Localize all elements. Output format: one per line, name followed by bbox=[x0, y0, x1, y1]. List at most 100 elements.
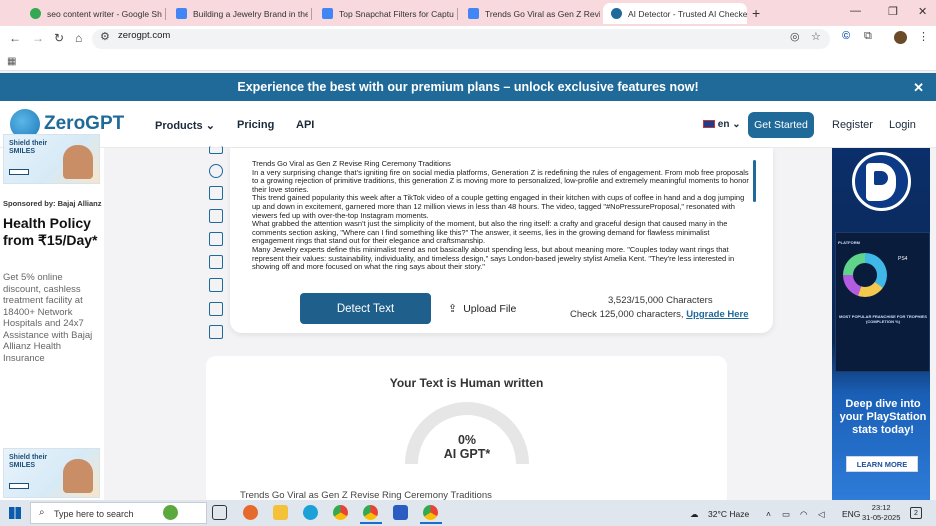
upgrade-link[interactable]: Upgrade Here bbox=[686, 309, 748, 320]
ad-image[interactable]: Shield their SMILES bbox=[3, 448, 100, 498]
chrome-icon[interactable] bbox=[333, 505, 348, 520]
weather-text[interactable]: 32°C Haze bbox=[708, 509, 749, 519]
wifi-icon[interactable]: ◠ bbox=[800, 509, 807, 520]
search-placeholder: Type here to search bbox=[54, 509, 134, 519]
reload-icon[interactable]: ↻ bbox=[54, 31, 64, 45]
ad-image[interactable]: Shield their SMILES bbox=[3, 134, 100, 184]
upload-file-button[interactable]: ⇪ Upload File bbox=[448, 302, 516, 316]
taskbar-clock[interactable]: 23:12 31-05-2025 bbox=[862, 503, 900, 523]
nav-products[interactable]: Products ⌄ bbox=[155, 119, 215, 132]
home-icon[interactable]: ⌂ bbox=[75, 31, 82, 45]
mail-icon[interactable] bbox=[209, 325, 223, 339]
ad-sponsor: Sponsored by: Bajaj Allianz bbox=[3, 199, 102, 208]
browser-tab[interactable]: Building a Jewelry Brand in the ✕ bbox=[168, 3, 308, 24]
extension-c-icon[interactable]: © bbox=[842, 30, 850, 42]
translate-icon[interactable] bbox=[209, 278, 223, 292]
windows-start-icon[interactable] bbox=[9, 507, 21, 519]
search-icon: ⌕ bbox=[39, 507, 45, 518]
file-explorer-icon[interactable] bbox=[273, 505, 288, 520]
tool-icon[interactable] bbox=[209, 146, 223, 154]
clock-date: 31-05-2025 bbox=[862, 513, 901, 522]
new-tab-icon[interactable]: + bbox=[752, 5, 760, 21]
chevron-up-icon[interactable]: ˄ bbox=[766, 509, 771, 519]
ad-image-text: Shield their SMILES bbox=[9, 454, 48, 469]
text-paragraph: What grabbed the attention wasn't just t… bbox=[252, 219, 728, 246]
network-icon[interactable]: ▭ bbox=[782, 509, 790, 520]
upload-icon: ⇪ bbox=[448, 303, 458, 315]
window-close-icon[interactable]: ✕ bbox=[918, 5, 927, 18]
ad-body: Get 5% online discount, cashless treatme… bbox=[3, 272, 93, 364]
grammar-icon[interactable] bbox=[209, 232, 223, 246]
taskbar-search[interactable]: ⌕ Type here to search bbox=[30, 502, 207, 524]
detect-text-button[interactable]: Detect Text bbox=[300, 293, 431, 324]
forward-icon[interactable]: → bbox=[32, 31, 44, 45]
summarize-icon[interactable] bbox=[209, 255, 223, 269]
promo-banner: Experience the best with our premium pla… bbox=[0, 73, 936, 101]
language-selector[interactable]: en ⌄ bbox=[703, 119, 741, 130]
nav-pricing[interactable]: Pricing bbox=[237, 119, 274, 131]
browser-tab[interactable]: Top Snapchat Filters for Captur ✕ bbox=[314, 3, 454, 24]
nav-api[interactable]: API bbox=[296, 119, 314, 131]
extensions-icon[interactable]: ⧉ bbox=[864, 30, 872, 43]
text-paragraph: This trend gained popularity this week a… bbox=[252, 193, 745, 220]
eye-off-icon[interactable]: ◎ bbox=[790, 30, 800, 43]
minimize-icon[interactable]: — bbox=[850, 5, 861, 17]
edit-document-icon[interactable] bbox=[209, 186, 223, 200]
character-limit-note: Check 125,000 characters, Upgrade Here bbox=[570, 309, 749, 320]
url-text[interactable]: zerogpt.com bbox=[118, 30, 170, 41]
input-language[interactable]: ENG bbox=[842, 509, 860, 519]
language-label: en bbox=[717, 119, 730, 130]
task-view-icon[interactable] bbox=[212, 505, 227, 520]
weather-icon[interactable]: ☁ bbox=[690, 509, 699, 520]
result-title: Your Text is Human written bbox=[389, 376, 544, 390]
tab-title: seo content writer - Google Sh bbox=[47, 8, 162, 19]
copilot-icon[interactable] bbox=[243, 505, 258, 520]
text-input-area[interactable]: Trends Go Viral as Gen Z Revise Ring Cer… bbox=[252, 160, 750, 288]
register-link[interactable]: Register bbox=[832, 119, 873, 131]
ad-image-text: Shield their SMILES bbox=[9, 140, 48, 155]
star-icon[interactable]: ☆ bbox=[811, 30, 821, 43]
ad-image-photo bbox=[63, 459, 93, 493]
chat-icon[interactable] bbox=[209, 164, 223, 178]
character-count: 3,523/15,000 Characters bbox=[608, 295, 713, 306]
check-text: Check 125,000 characters, bbox=[570, 309, 684, 320]
counter-icon[interactable] bbox=[209, 302, 223, 316]
site-logo[interactable]: ZeroGPT bbox=[44, 113, 124, 135]
playstation-p-inner bbox=[874, 171, 888, 185]
chrome-icon[interactable] bbox=[363, 505, 378, 520]
edge-icon[interactable] bbox=[303, 505, 318, 520]
ad-headline[interactable]: Health Policy from ₹15/Day* bbox=[3, 215, 103, 248]
tab-divider bbox=[311, 8, 312, 20]
ad-console-label: PS4 bbox=[898, 256, 908, 262]
text-scrollbar[interactable] bbox=[753, 160, 756, 202]
tab-title: AI Detector - Trusted AI Checke bbox=[628, 8, 747, 19]
get-started-button[interactable]: Get Started bbox=[748, 112, 814, 138]
ai-percentage: 0% bbox=[457, 433, 477, 447]
browser-tab[interactable]: seo content writer - Google Sh ✕ bbox=[22, 3, 162, 24]
site-info-icon[interactable]: ⚙ bbox=[100, 30, 110, 43]
chrome-icon[interactable] bbox=[423, 505, 438, 520]
volume-icon[interactable]: ◁ bbox=[818, 509, 825, 520]
zerogpt-icon bbox=[611, 8, 622, 19]
document-icon[interactable] bbox=[209, 209, 223, 223]
notification-icon[interactable]: 2 bbox=[910, 507, 922, 519]
promo-close-icon[interactable]: ✕ bbox=[913, 80, 924, 96]
login-link[interactable]: Login bbox=[889, 119, 916, 131]
apps-icon[interactable]: ▦ bbox=[7, 56, 16, 67]
ad-headline: Deep dive into your PlayStation stats to… bbox=[839, 398, 927, 436]
bird-widget-icon[interactable] bbox=[163, 505, 178, 520]
word-icon[interactable] bbox=[393, 505, 408, 520]
address-bar[interactable] bbox=[92, 29, 830, 49]
restore-icon[interactable]: ❐ bbox=[888, 5, 898, 18]
ai-gauge-label: AI GPT* bbox=[443, 447, 491, 461]
ad-image-photo bbox=[63, 145, 93, 179]
text-paragraph: In a very surprising change that's ignit… bbox=[252, 167, 749, 194]
docs-icon bbox=[176, 8, 187, 19]
browser-tab[interactable]: Trends Go Viral as Gen Z Revis ✕ bbox=[460, 3, 600, 24]
menu-icon[interactable]: ⋮ bbox=[918, 30, 929, 43]
learn-more-button[interactable]: LEARN MORE bbox=[846, 456, 918, 472]
browser-tab-active[interactable]: AI Detector - Trusted AI Checke ✕ bbox=[603, 3, 747, 24]
back-icon[interactable]: ← bbox=[9, 31, 21, 45]
profile-avatar[interactable] bbox=[894, 31, 907, 44]
tab-divider bbox=[165, 8, 166, 20]
